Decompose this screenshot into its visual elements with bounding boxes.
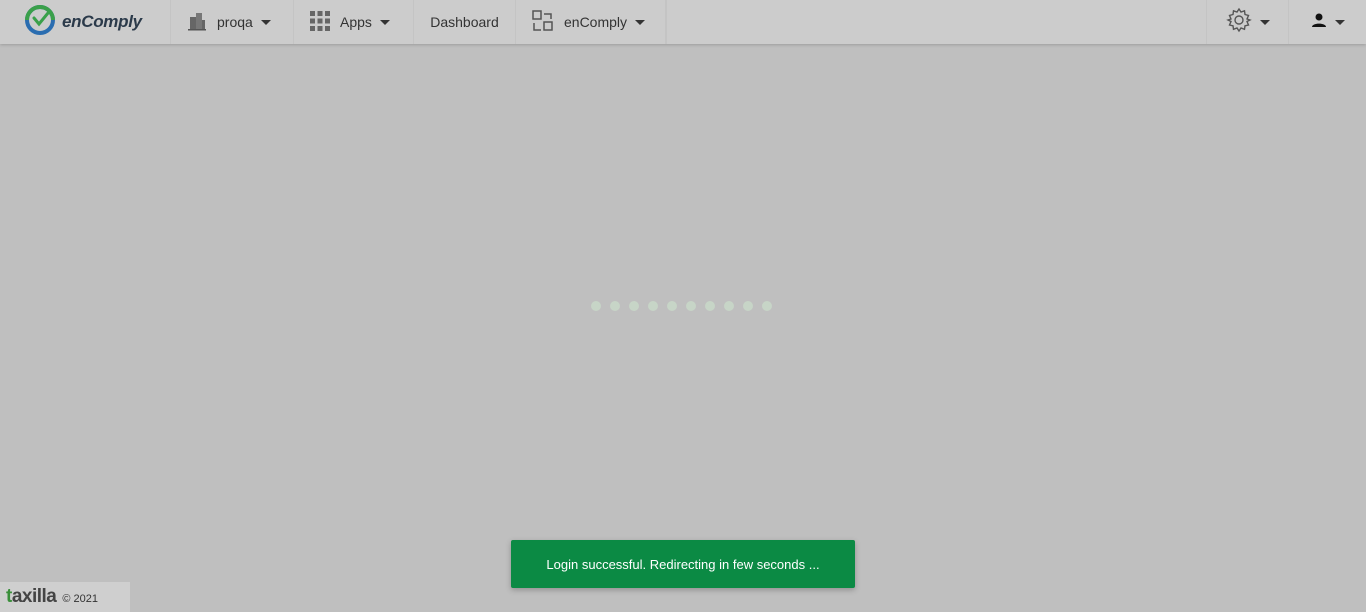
user-menu[interactable] [1288, 0, 1366, 44]
settings-menu[interactable] [1206, 0, 1288, 44]
app-logo-text: enComply [62, 12, 142, 31]
user-icon [1311, 12, 1327, 33]
app-logo[interactable]: enComply [0, 0, 171, 44]
copyright-text: © 2021 [62, 593, 99, 605]
loading-dot [629, 301, 639, 311]
loading-dot [724, 301, 734, 311]
chevron-down-icon [635, 19, 646, 25]
loading-dot [610, 301, 620, 311]
chevron-down-icon [260, 19, 271, 25]
taxilla-logo: taxilla [6, 586, 57, 608]
chevron-down-icon [1259, 19, 1270, 25]
success-toast: Login successful. Redirecting in few sec… [511, 540, 855, 588]
loading-dot [667, 301, 677, 311]
loading-dot [743, 301, 753, 311]
apps-menu[interactable]: Apps [294, 0, 414, 44]
taxilla-logo-text: axilla [11, 586, 57, 607]
loading-dot [705, 301, 715, 311]
switch-app-icon [532, 9, 554, 35]
grid-icon [310, 10, 330, 34]
building-icon [187, 11, 207, 34]
org-label: proqa [217, 14, 253, 30]
encomply-logo-icon [24, 4, 56, 41]
product-label: enComply [564, 14, 628, 30]
org-selector[interactable]: proqa [171, 0, 294, 44]
dashboard-label: Dashboard [430, 14, 499, 30]
footer-brand: taxilla © 2021 [0, 582, 130, 612]
loading-dot [648, 301, 658, 311]
toast-message: Login successful. Redirecting in few sec… [546, 556, 820, 572]
loading-dot [762, 301, 772, 311]
apps-label: Apps [340, 14, 372, 30]
top-navbar: enComply proqa Apps Dashboard enComply [0, 0, 1366, 44]
dashboard-link[interactable]: Dashboard [414, 0, 516, 44]
loading-spinner [591, 301, 772, 311]
navbar-spacer [666, 0, 1206, 44]
gear-icon [1225, 7, 1252, 38]
chevron-down-icon [379, 19, 390, 25]
loading-dot [591, 301, 601, 311]
loading-dot [686, 301, 696, 311]
chevron-down-icon [1334, 19, 1345, 25]
product-selector[interactable]: enComply [516, 0, 666, 44]
